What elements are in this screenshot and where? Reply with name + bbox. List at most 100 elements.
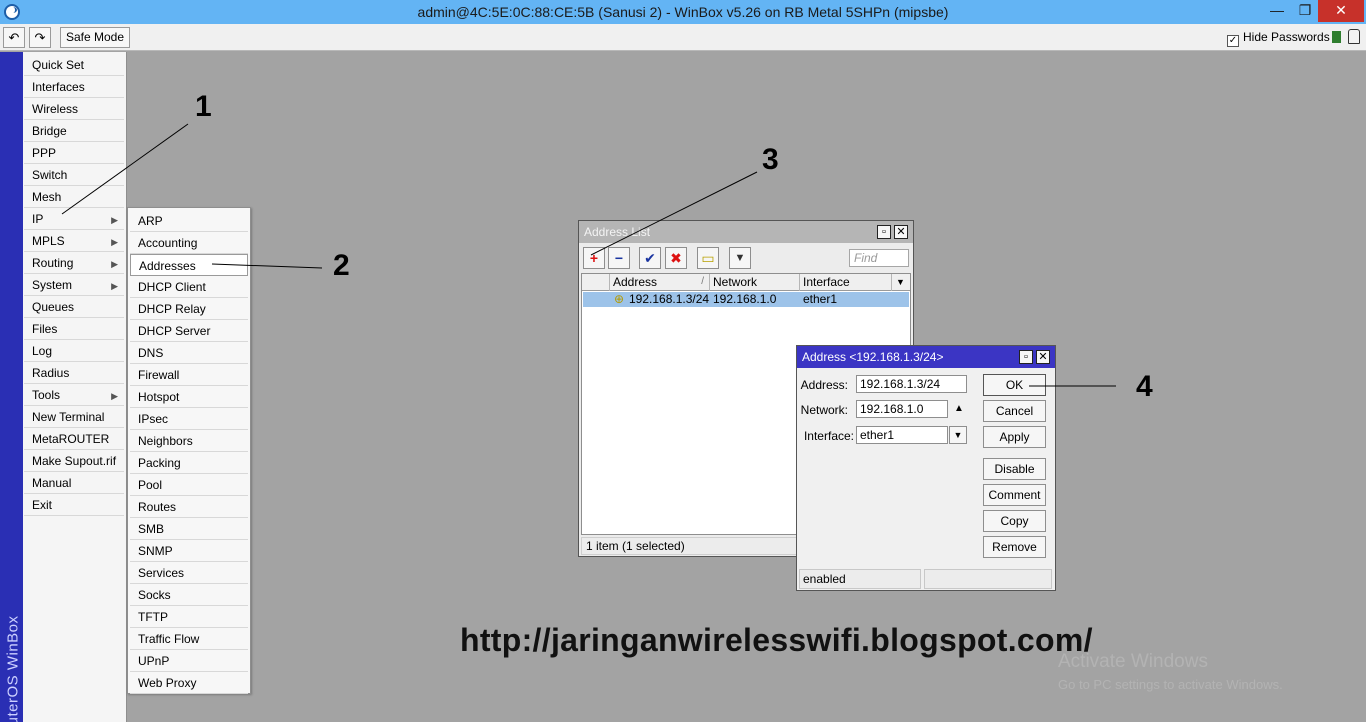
remove-button[interactable]: Remove [983, 536, 1046, 558]
enable-icon[interactable]: ✔ [639, 247, 661, 269]
menu-item-label: System [32, 278, 73, 292]
menu-item-interfaces[interactable]: Interfaces [24, 76, 124, 98]
interface-select[interactable]: ether1 [856, 426, 948, 444]
safe-mode-button[interactable]: Safe Mode [60, 27, 130, 48]
filter-icon[interactable]: ▼ [729, 247, 751, 269]
submenu-arrow-icon: ▶ [111, 215, 118, 225]
ip-submenu-item-upnp[interactable]: UPnP [130, 650, 248, 672]
ip-submenu-item-dhcp-client[interactable]: DHCP Client [130, 276, 248, 298]
address-dialog-title[interactable]: Address <192.168.1.3/24> [797, 346, 1055, 368]
menu-item-files[interactable]: Files [24, 318, 124, 340]
hide-passwords-toggle[interactable]: ✓ Hide Passwords [1227, 30, 1330, 47]
menu-item-manual[interactable]: Manual [24, 472, 124, 494]
ip-submenu-item-tftp[interactable]: TFTP [130, 606, 248, 628]
ip-submenu-item-dhcp-relay[interactable]: DHCP Relay [130, 298, 248, 320]
window-title: admin@4C:5E:0C:88:CE:5B (Sanusi 2) - Win… [417, 4, 949, 20]
apply-button[interactable]: Apply [983, 426, 1046, 448]
interface-cell: ether1 [803, 292, 838, 306]
menu-item-tools[interactable]: Tools ▶ [24, 384, 124, 406]
ip-submenu-item-arp[interactable]: ARP [130, 210, 248, 232]
ip-submenu-item-smb[interactable]: SMB [130, 518, 248, 540]
copy-button[interactable]: Copy [983, 510, 1046, 532]
cancel-button[interactable]: Cancel [983, 400, 1046, 422]
menu-item-system[interactable]: System ▶ [24, 274, 124, 296]
menu-item-switch[interactable]: Switch [24, 164, 124, 186]
menu-item-label: Wireless [32, 102, 79, 116]
table-row[interactable]: ⊕ 192.168.1.3/24 192.168.1.0 ether1 [583, 292, 909, 307]
ip-submenu-item-addresses[interactable]: Addresses [130, 254, 248, 276]
lock-icon[interactable] [1348, 29, 1360, 44]
menu-item-queues[interactable]: Queues [24, 296, 124, 318]
network-input[interactable]: 192.168.1.0 [856, 400, 948, 418]
comment-button[interactable]: Comment [983, 484, 1046, 506]
ip-submenu-item-packing[interactable]: Packing [130, 452, 248, 474]
ip-submenu-item-snmp[interactable]: SNMP [130, 540, 248, 562]
close-icon[interactable]: ✕ [1036, 350, 1050, 364]
network-collapse-icon[interactable]: ▲ [954, 403, 964, 414]
menu-item-wireless[interactable]: Wireless [24, 98, 124, 120]
close-icon[interactable]: ✕ [894, 225, 908, 239]
menu-item-label: PPP [32, 146, 57, 160]
restore-button[interactable]: ❐ [1290, 0, 1320, 22]
annotation-number-3: 3 [762, 143, 779, 176]
ip-submenu-item-accounting[interactable]: Accounting [130, 232, 248, 254]
remove-icon[interactable]: − [608, 247, 630, 269]
menu-item-quick-set[interactable]: Quick Set [24, 54, 124, 76]
ip-submenu-item-neighbors[interactable]: Neighbors [130, 430, 248, 452]
menu-item-bridge[interactable]: Bridge [24, 120, 124, 142]
redo-icon[interactable]: ↷ [29, 27, 51, 48]
column-dropdown-icon[interactable]: ▼ [892, 274, 910, 291]
maximize-icon[interactable]: ▫ [1019, 350, 1033, 364]
ip-submenu-item-services[interactable]: Services [130, 562, 248, 584]
menu-item-make-supout-rif[interactable]: Make Supout.rif [24, 450, 124, 472]
menu-item-label: Manual [32, 476, 72, 490]
hide-passwords-checkbox[interactable]: ✓ [1227, 35, 1239, 47]
menu-item-ppp[interactable]: PPP [24, 142, 124, 164]
address-column-header[interactable]: Address / [610, 274, 710, 291]
address-input[interactable]: 192.168.1.3/24 [856, 375, 967, 393]
address-column-label: Address [613, 275, 658, 289]
ok-button[interactable]: OK [983, 374, 1046, 396]
menu-item-label: Files [32, 322, 58, 336]
find-input[interactable]: Find [849, 249, 909, 267]
comment-icon[interactable]: ▭ [697, 247, 719, 269]
ip-submenu-item-socks[interactable]: Socks [130, 584, 248, 606]
dialog-status-enabled: enabled [799, 569, 921, 589]
interface-dropdown-icon[interactable]: ▼ [949, 426, 967, 444]
ip-submenu-item-traffic-flow[interactable]: Traffic Flow [130, 628, 248, 650]
ip-submenu-item-dhcp-server[interactable]: DHCP Server [130, 320, 248, 342]
menu-item-label: Queues [32, 300, 75, 314]
ip-submenu-item-hotspot[interactable]: Hotspot [130, 386, 248, 408]
network-column-header[interactable]: Network [710, 274, 800, 291]
menu-item-routing[interactable]: Routing ▶ [24, 252, 124, 274]
menu-item-metarouter[interactable]: MetaROUTER [24, 428, 124, 450]
interface-label: Interface: [803, 429, 854, 443]
main-toolbar: ↶ ↷ Safe Mode ✓ Hide Passwords [0, 24, 1366, 51]
ip-submenu-item-web-proxy[interactable]: Web Proxy [130, 672, 248, 694]
address-list-title[interactable]: Address List [579, 221, 913, 243]
maximize-icon[interactable]: ▫ [877, 225, 891, 239]
menu-item-log[interactable]: Log [24, 340, 124, 362]
minimize-button[interactable]: — [1262, 0, 1292, 22]
ip-submenu-item-routes[interactable]: Routes [130, 496, 248, 518]
submenu-arrow-icon: ▶ [111, 237, 118, 247]
ip-submenu-item-firewall[interactable]: Firewall [130, 364, 248, 386]
add-icon[interactable]: + [583, 247, 605, 269]
interface-column-header[interactable]: Interface [800, 274, 892, 291]
ip-submenu-item-dns[interactable]: DNS [130, 342, 248, 364]
disable-button[interactable]: Disable [983, 458, 1046, 480]
table-header: Address / Network Interface ▼ [582, 274, 910, 291]
menu-item-radius[interactable]: Radius [24, 362, 124, 384]
ip-submenu-item-ipsec[interactable]: IPsec [130, 408, 248, 430]
menu-item-new-terminal[interactable]: New Terminal [24, 406, 124, 428]
disable-icon[interactable]: ✖ [665, 247, 687, 269]
menu-item-mpls[interactable]: MPLS ▶ [24, 230, 124, 252]
address-edit-dialog: Address <192.168.1.3/24> ▫ ✕ Address: 19… [796, 345, 1056, 591]
close-button[interactable]: ✕ [1318, 0, 1364, 22]
menu-item-ip[interactable]: IP ▶ [24, 208, 124, 230]
ip-submenu-item-pool[interactable]: Pool [130, 474, 248, 496]
undo-icon[interactable]: ↶ [3, 27, 25, 48]
menu-item-mesh[interactable]: Mesh [24, 186, 124, 208]
menu-item-label: Tools [32, 388, 61, 402]
menu-item-exit[interactable]: Exit [24, 494, 124, 516]
